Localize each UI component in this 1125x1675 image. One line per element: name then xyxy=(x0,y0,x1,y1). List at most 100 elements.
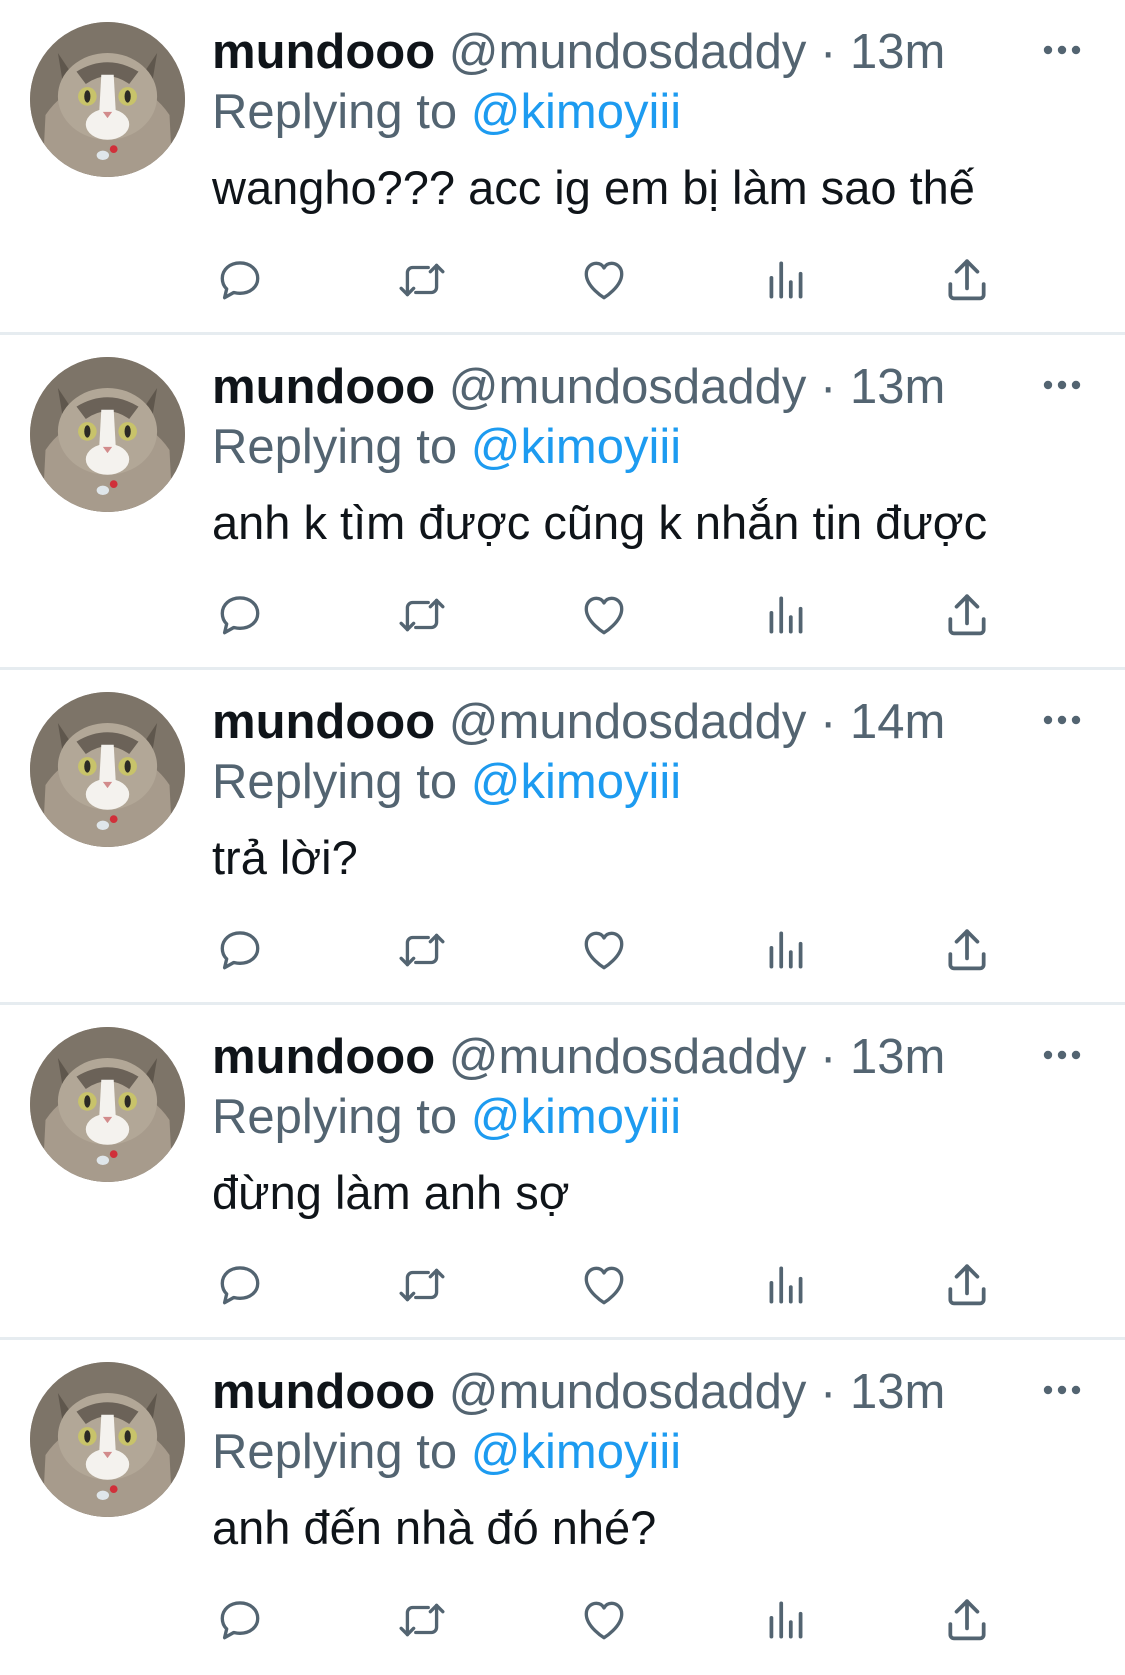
heart-icon xyxy=(584,1266,624,1305)
tweet-text: trả lời? xyxy=(212,831,358,884)
tweet[interactable]: mundooo @mundosdaddy · 13m Replying to @… xyxy=(0,0,1125,335)
display-name[interactable]: mundooo xyxy=(212,25,435,79)
analytics-bars-icon xyxy=(769,931,803,969)
retweet-icon xyxy=(399,1603,445,1637)
retweet-button[interactable] xyxy=(394,1257,450,1313)
reply-button[interactable] xyxy=(212,1257,268,1313)
like-button[interactable] xyxy=(576,252,632,308)
reply-button[interactable] xyxy=(212,252,268,308)
share-button[interactable] xyxy=(939,587,995,643)
cat-avatar-image xyxy=(30,1027,185,1182)
like-button[interactable] xyxy=(576,922,632,978)
display-name[interactable]: mundooo xyxy=(212,1030,435,1084)
more-button[interactable] xyxy=(1040,1035,1084,1075)
avatar[interactable] xyxy=(30,22,185,177)
like-button[interactable] xyxy=(576,587,632,643)
reply-bubble-icon xyxy=(220,1266,260,1305)
replying-to-mention[interactable]: @kimoyiii xyxy=(471,85,681,139)
analytics-bars-icon xyxy=(769,1266,803,1304)
tweet-actions xyxy=(212,1257,1012,1317)
tweet-header: mundooo @mundosdaddy · 13m xyxy=(212,359,945,415)
timestamp[interactable]: 13m xyxy=(850,360,945,414)
timestamp[interactable]: 13m xyxy=(850,1030,945,1084)
user-handle[interactable]: @mundosdaddy xyxy=(449,25,807,79)
analytics-bars-icon xyxy=(769,261,803,299)
replying-to-mention[interactable]: @kimoyiii xyxy=(471,1090,681,1144)
retweet-button[interactable] xyxy=(394,587,450,643)
user-handle[interactable]: @mundosdaddy xyxy=(449,695,807,749)
view-stats-button[interactable] xyxy=(758,252,814,308)
replying-to-line: Replying to @kimoyiii xyxy=(212,1089,681,1145)
more-button[interactable] xyxy=(1040,1370,1084,1410)
separator-dot: · xyxy=(819,360,837,414)
tweet[interactable]: mundooo @mundosdaddy · 14m Replying to @… xyxy=(0,670,1125,1005)
like-button[interactable] xyxy=(576,1592,632,1648)
more-horizontal-icon xyxy=(1043,1385,1081,1395)
timestamp[interactable]: 13m xyxy=(850,25,945,79)
replying-to-mention[interactable]: @kimoyiii xyxy=(471,1425,681,1479)
reply-bubble-icon xyxy=(220,261,260,300)
reply-button[interactable] xyxy=(212,922,268,978)
more-button[interactable] xyxy=(1040,30,1084,70)
replying-to-mention[interactable]: @kimoyiii xyxy=(471,420,681,474)
more-horizontal-icon xyxy=(1043,45,1081,55)
share-button[interactable] xyxy=(939,1257,995,1313)
retweet-button[interactable] xyxy=(394,252,450,308)
replying-to-mention[interactable]: @kimoyiii xyxy=(471,755,681,809)
share-button[interactable] xyxy=(939,922,995,978)
view-stats-button[interactable] xyxy=(758,1592,814,1648)
retweet-button[interactable] xyxy=(394,922,450,978)
tweet-actions xyxy=(212,1592,1012,1652)
view-stats-button[interactable] xyxy=(758,1257,814,1313)
display-name[interactable]: mundooo xyxy=(212,360,435,414)
share-button[interactable] xyxy=(939,252,995,308)
replying-to-label: Replying to xyxy=(212,85,471,139)
share-upload-icon xyxy=(948,259,986,301)
replying-to-label: Replying to xyxy=(212,420,471,474)
more-button[interactable] xyxy=(1040,365,1084,405)
separator-dot: · xyxy=(819,1030,837,1084)
replying-to-label: Replying to xyxy=(212,1425,471,1479)
more-horizontal-icon xyxy=(1043,1050,1081,1060)
tweet-actions xyxy=(212,587,1012,647)
display-name[interactable]: mundooo xyxy=(212,695,435,749)
share-button[interactable] xyxy=(939,1592,995,1648)
tweet-text: anh k tìm được cũng k nhắn tin được xyxy=(212,496,988,549)
cat-avatar-image xyxy=(30,357,185,512)
tweet-actions xyxy=(212,252,1012,312)
view-stats-button[interactable] xyxy=(758,587,814,643)
tweet[interactable]: mundooo @mundosdaddy · 13m Replying to @… xyxy=(0,1340,1125,1675)
tweet-header: mundooo @mundosdaddy · 14m xyxy=(212,694,945,750)
avatar[interactable] xyxy=(30,692,185,847)
retweet-icon xyxy=(399,263,445,297)
reply-button[interactable] xyxy=(212,1592,268,1648)
retweet-button[interactable] xyxy=(394,1592,450,1648)
retweet-icon xyxy=(399,1268,445,1302)
tweet-header: mundooo @mundosdaddy · 13m xyxy=(212,1364,945,1420)
user-handle[interactable]: @mundosdaddy xyxy=(449,1365,807,1419)
tweet[interactable]: mundooo @mundosdaddy · 13m Replying to @… xyxy=(0,335,1125,670)
avatar[interactable] xyxy=(30,1362,185,1517)
user-handle[interactable]: @mundosdaddy xyxy=(449,1030,807,1084)
user-handle[interactable]: @mundosdaddy xyxy=(449,360,807,414)
tweet-header: mundooo @mundosdaddy · 13m xyxy=(212,1029,945,1085)
heart-icon xyxy=(584,261,624,300)
reply-bubble-icon xyxy=(220,1601,260,1640)
avatar[interactable] xyxy=(30,1027,185,1182)
tweet[interactable]: mundooo @mundosdaddy · 13m Replying to @… xyxy=(0,1005,1125,1340)
separator-dot: · xyxy=(819,25,837,79)
reply-thread: mundooo @mundosdaddy · 13m Replying to @… xyxy=(0,0,1125,1675)
timestamp[interactable]: 14m xyxy=(850,695,945,749)
reply-button[interactable] xyxy=(212,587,268,643)
timestamp[interactable]: 13m xyxy=(850,1365,945,1419)
like-button[interactable] xyxy=(576,1257,632,1313)
display-name[interactable]: mundooo xyxy=(212,1365,435,1419)
more-button[interactable] xyxy=(1040,700,1084,740)
replying-to-line: Replying to @kimoyiii xyxy=(212,754,681,810)
view-stats-button[interactable] xyxy=(758,922,814,978)
heart-icon xyxy=(584,1601,624,1640)
avatar[interactable] xyxy=(30,357,185,512)
tweet-text: đừng làm anh sợ xyxy=(212,1166,570,1219)
replying-to-label: Replying to xyxy=(212,755,471,809)
analytics-bars-icon xyxy=(769,1601,803,1639)
